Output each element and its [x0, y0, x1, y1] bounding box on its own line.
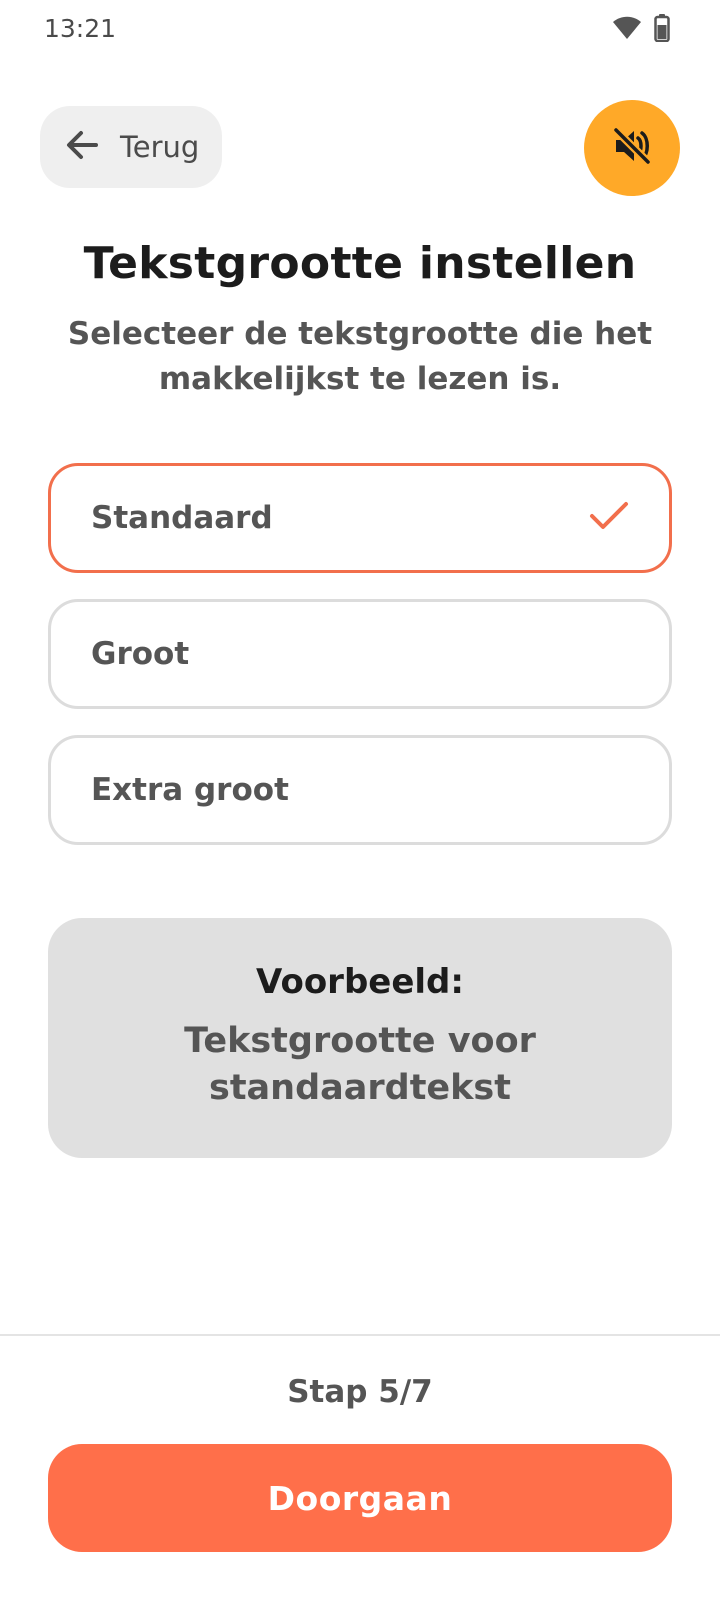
- continue-button[interactable]: Doorgaan: [48, 1444, 672, 1552]
- status-icons: [612, 14, 670, 46]
- page-subtitle: Selecteer de tekstgrootte die het makkel…: [67, 316, 653, 397]
- preview-box: Voorbeeld: Tekstgrootte voor standaardte…: [48, 918, 672, 1158]
- battery-icon: [654, 14, 670, 46]
- mute-button[interactable]: [584, 100, 680, 196]
- option-groot[interactable]: Groot: [48, 599, 672, 709]
- wifi-icon: [612, 16, 642, 44]
- volume-off-icon: [610, 124, 654, 172]
- continue-button-label: Doorgaan: [267, 1478, 453, 1518]
- preview-text: Tekstgrootte voor standaardtekst: [184, 1021, 536, 1108]
- status-time: 13:21: [44, 14, 117, 43]
- option-extra-groot[interactable]: Extra groot: [48, 735, 672, 845]
- option-label: Extra groot: [91, 772, 289, 808]
- back-button-label: Terug: [120, 130, 200, 164]
- preview-title: Voorbeeld:: [256, 962, 464, 1002]
- option-label: Standaard: [91, 500, 273, 536]
- option-standaard[interactable]: Standaard: [48, 463, 672, 573]
- status-bar: 13:21: [0, 0, 720, 64]
- page-title: Tekstgrootte instellen: [83, 238, 637, 289]
- checkmark-icon: [589, 500, 629, 536]
- option-label: Groot: [91, 636, 190, 672]
- arrow-left-icon: [62, 125, 102, 169]
- step-indicator: Stap 5/7: [287, 1374, 433, 1410]
- footer-divider: [0, 1334, 720, 1336]
- back-button[interactable]: Terug: [40, 106, 222, 188]
